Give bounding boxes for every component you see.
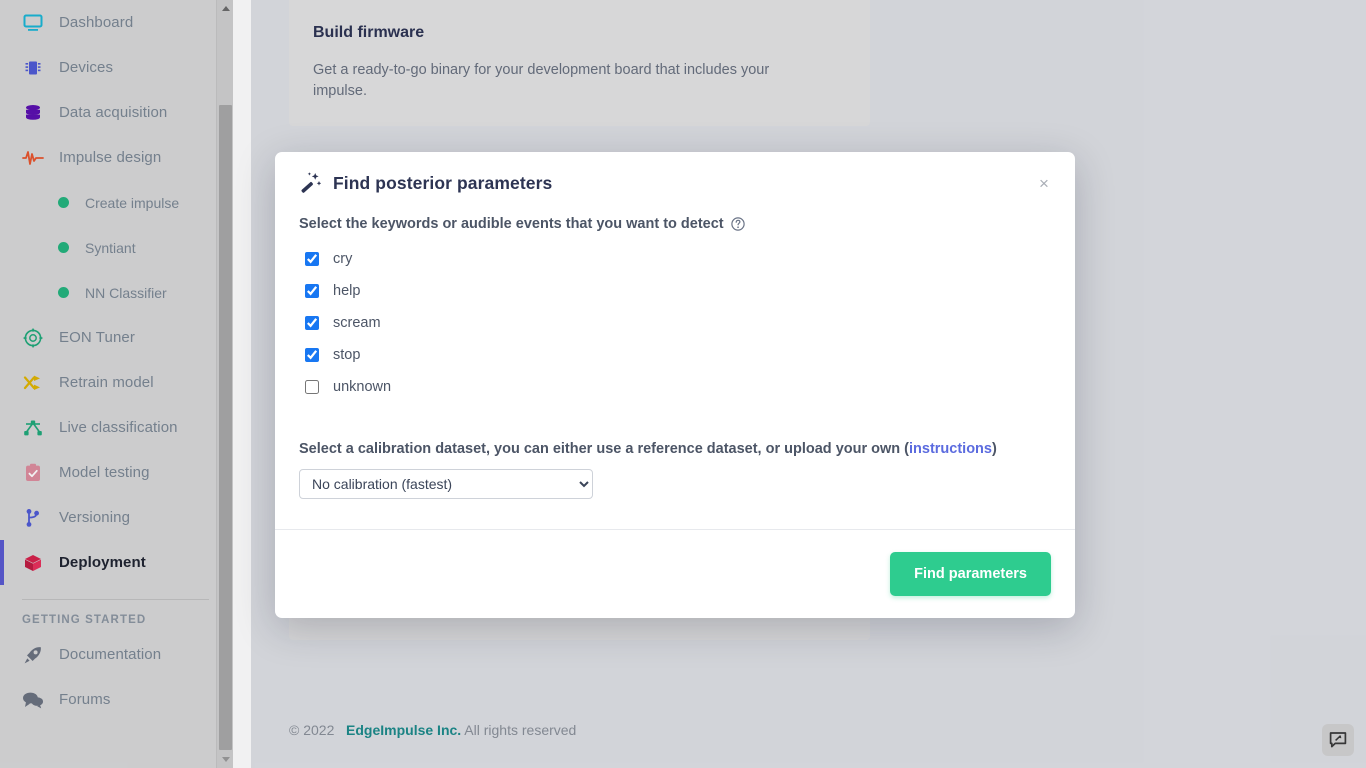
modal-footer: Find parameters xyxy=(275,530,1075,618)
modal-body: Select the keywords or audible events th… xyxy=(275,202,1075,530)
keyword-checkbox[interactable] xyxy=(305,316,319,330)
calibration-label: Select a calibration dataset, you can ei… xyxy=(299,441,1051,457)
modal-header: Find posterior parameters × xyxy=(275,152,1075,202)
keyword-label[interactable]: cry xyxy=(333,251,352,267)
question-circle-icon[interactable] xyxy=(730,217,745,231)
calibration-label-text: Select a calibration dataset, you can ei… xyxy=(299,441,909,457)
keyword-checkbox[interactable] xyxy=(305,380,319,394)
keyword-row-stop[interactable]: stop xyxy=(299,339,1051,371)
keyword-checkbox[interactable] xyxy=(305,252,319,266)
keyword-label[interactable]: stop xyxy=(333,347,360,363)
keyword-checkbox-list: cry help scream stop unknown xyxy=(299,243,1051,403)
instructions-link[interactable]: instructions xyxy=(909,441,992,457)
find-parameters-button[interactable]: Find parameters xyxy=(890,552,1051,596)
keyword-label[interactable]: unknown xyxy=(333,379,391,395)
modal-title: Find posterior parameters xyxy=(333,172,553,193)
keyword-row-cry[interactable]: cry xyxy=(299,243,1051,275)
keyword-checkbox[interactable] xyxy=(305,284,319,298)
keyword-row-scream[interactable]: scream xyxy=(299,307,1051,339)
calibration-block: Select a calibration dataset, you can ei… xyxy=(299,441,1051,499)
magic-wand-icon xyxy=(299,172,321,194)
keyword-checkbox[interactable] xyxy=(305,348,319,362)
calibration-dataset-select[interactable]: No calibration (fastest) xyxy=(299,469,593,499)
keywords-label-text: Select the keywords or audible events th… xyxy=(299,216,724,232)
app-root: Dashboard Devices Data acquisition Impul… xyxy=(0,0,1366,768)
keyword-row-unknown[interactable]: unknown xyxy=(299,371,1051,403)
find-posterior-parameters-modal: Find posterior parameters × Select the k… xyxy=(275,152,1075,618)
close-icon[interactable]: × xyxy=(1033,172,1055,194)
keywords-field-label: Select the keywords or audible events th… xyxy=(299,216,1051,232)
calibration-label-close-paren: ) xyxy=(991,441,997,457)
keyword-label[interactable]: scream xyxy=(333,315,381,331)
keyword-label[interactable]: help xyxy=(333,283,360,299)
keyword-row-help[interactable]: help xyxy=(299,275,1051,307)
